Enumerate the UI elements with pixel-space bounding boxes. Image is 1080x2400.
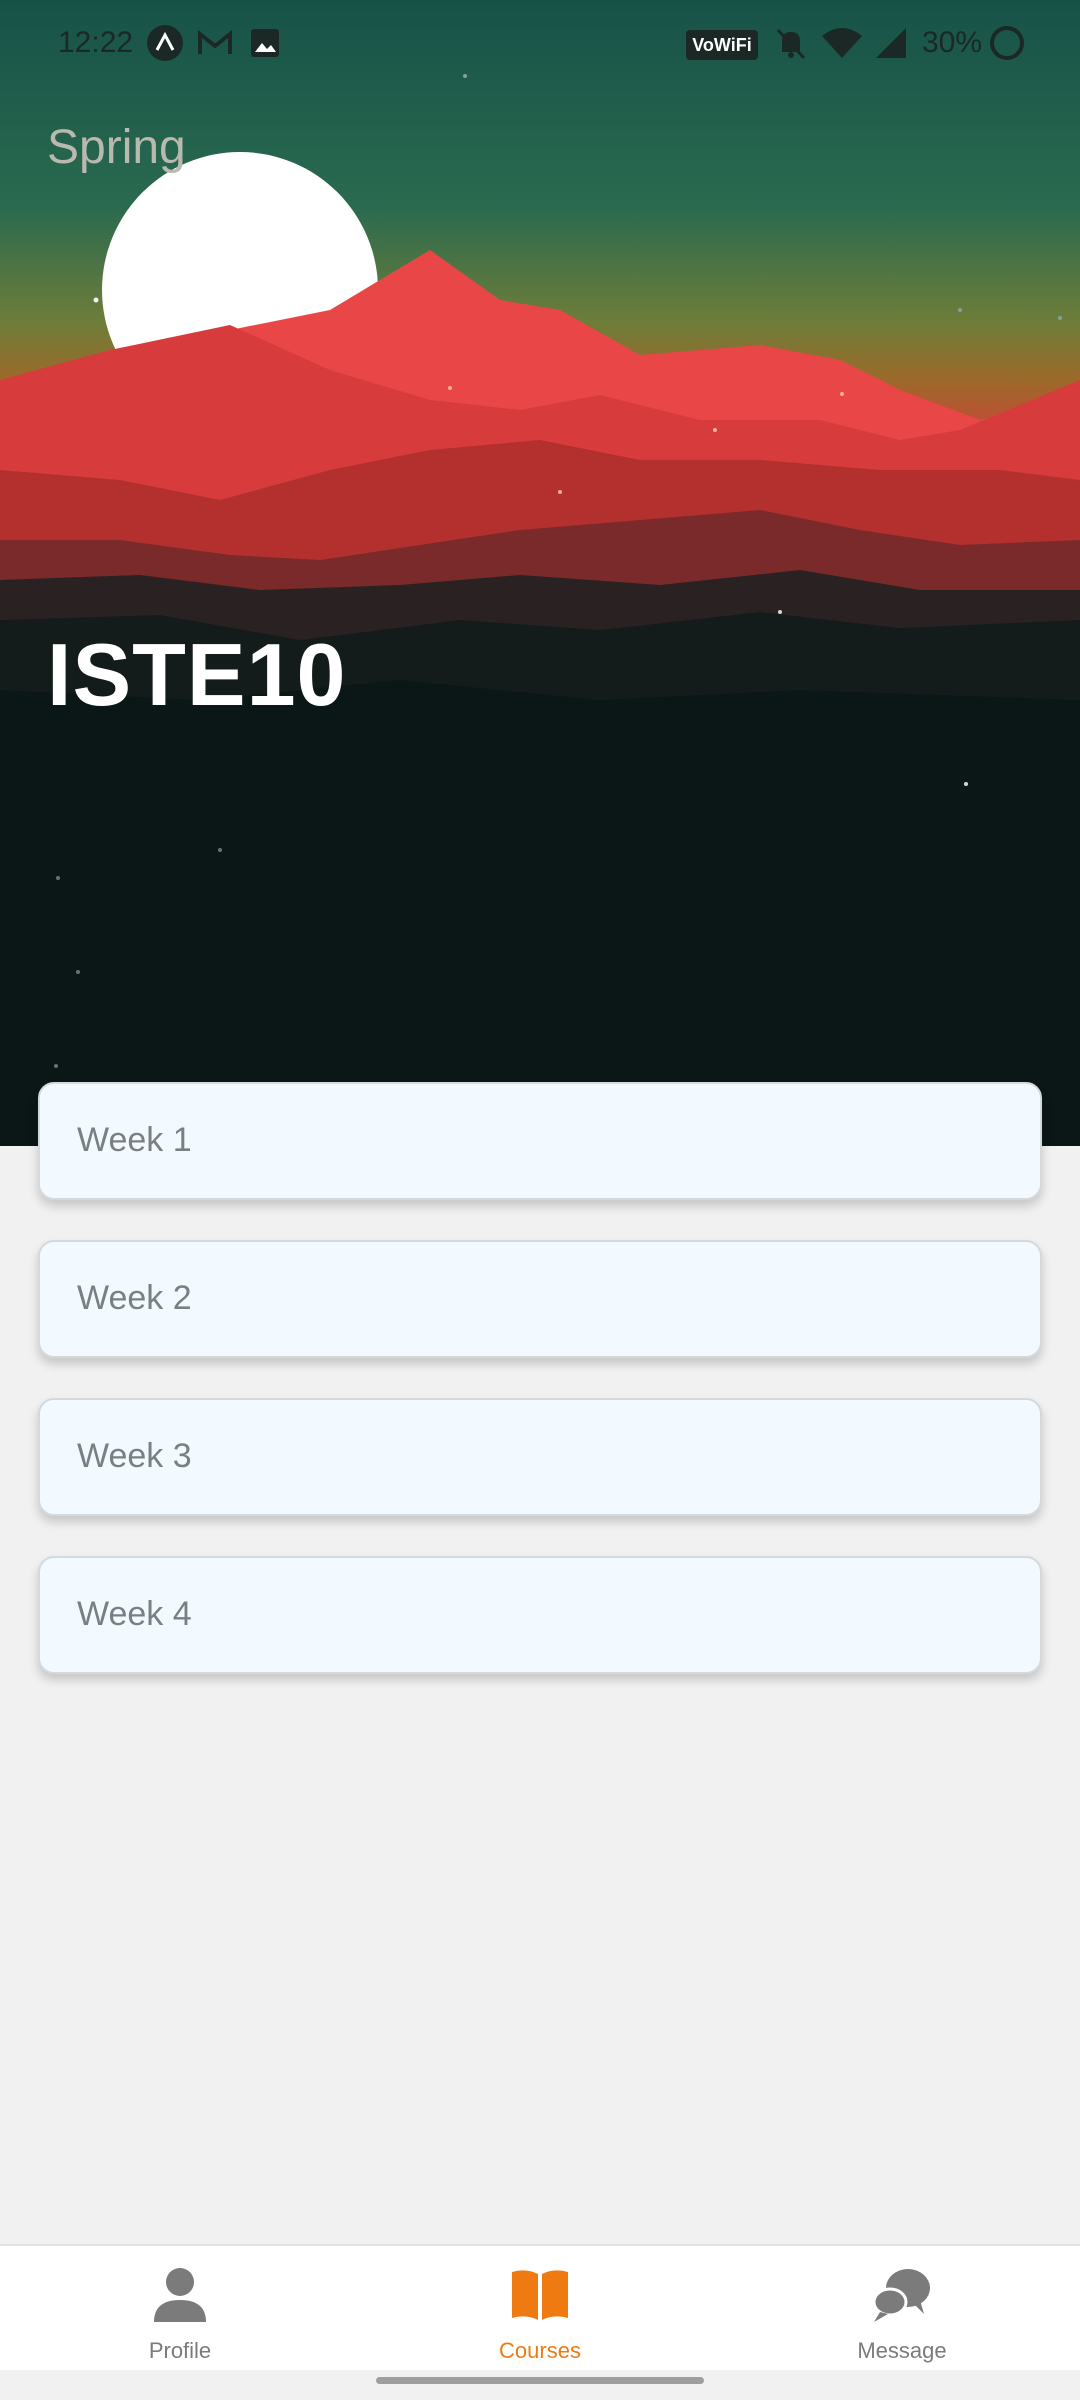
chat-bubbles-icon — [872, 2269, 930, 2322]
book-icon — [512, 2270, 568, 2320]
nav-item-profile[interactable]: Profile — [30, 2246, 330, 2370]
course-title: ISTE10 — [47, 625, 347, 724]
week-label: Week 4 — [77, 1595, 192, 1633]
course-hero-banner: Spring ISTE10 — [0, 0, 1080, 1146]
signal-icon — [876, 28, 906, 58]
status-time: 12:22 — [58, 26, 134, 59]
assistant-icon — [147, 25, 183, 61]
battery-percent: 30% — [922, 26, 983, 59]
nav-label-courses: Courses — [499, 2338, 581, 2363]
nav-label-profile: Profile — [148, 2338, 212, 2363]
person-icon — [154, 2268, 206, 2322]
vowifi-icon: VoWiFi — [686, 30, 758, 60]
gesture-handle[interactable] — [376, 2377, 704, 2384]
nav-item-message[interactable]: Message — [752, 2246, 1052, 2370]
week-card[interactable]: Week 4 — [38, 1556, 1042, 1674]
week-label: Week 3 — [77, 1437, 192, 1475]
week-card[interactable]: Week 3 — [38, 1398, 1042, 1516]
bell-off-icon — [776, 28, 806, 60]
battery-icon — [990, 26, 1024, 60]
week-card[interactable]: Week 2 — [38, 1240, 1042, 1358]
week-card[interactable]: Week 1 — [38, 1082, 1042, 1200]
week-label: Week 2 — [77, 1279, 192, 1317]
vowifi-label: VoWiFi — [692, 35, 752, 55]
season-label: Spring — [47, 121, 186, 174]
nav-item-courses[interactable]: Courses — [390, 2246, 690, 2370]
bottom-navigation: Profile Courses Message — [0, 2244, 1080, 2370]
nav-label-message: Message — [857, 2338, 947, 2363]
week-label: Week 1 — [77, 1121, 192, 1159]
status-bar: 12:22 VoWiFi 30% — [0, 0, 1080, 90]
wifi-icon — [822, 28, 862, 58]
photo-icon — [251, 29, 279, 57]
gmail-icon — [198, 29, 232, 54]
